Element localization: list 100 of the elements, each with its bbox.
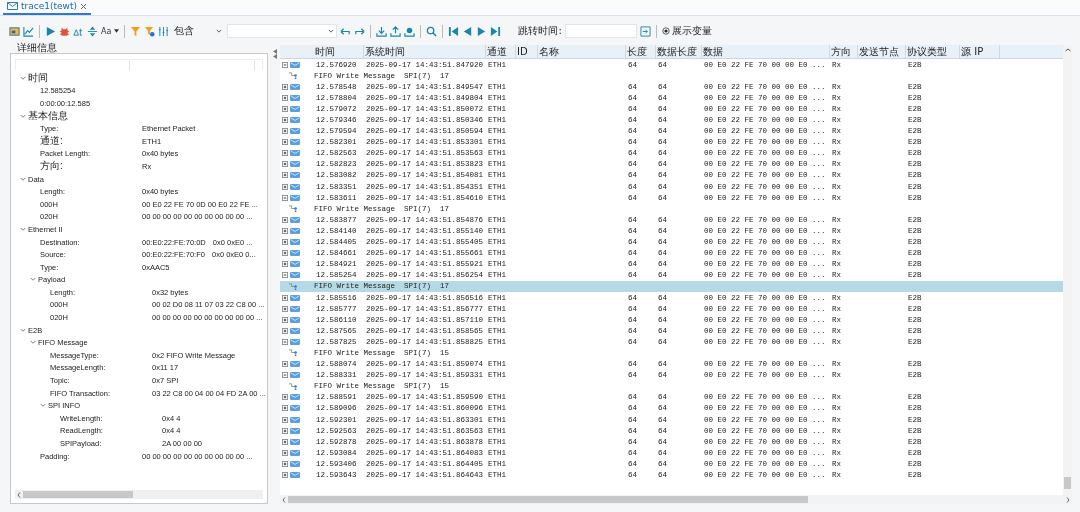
horizontal-scrollbar[interactable] (280, 495, 1072, 504)
export-icon[interactable] (404, 25, 416, 37)
tree-label: 方向: (40, 159, 63, 174)
expand-icon[interactable] (282, 216, 288, 223)
expand-icon[interactable] (282, 405, 288, 412)
column-header[interactable]: 源 IP (960, 45, 1000, 58)
expand-icon[interactable] (282, 161, 288, 168)
expand-icon[interactable] (282, 327, 288, 334)
expand-icon[interactable] (282, 183, 288, 190)
column-header[interactable]: 发送节点 (858, 45, 906, 58)
collapse-icon[interactable] (282, 372, 288, 379)
previous-icon[interactable] (462, 25, 474, 37)
chevron-down-icon[interactable] (328, 29, 335, 33)
chevron-icon[interactable] (20, 176, 26, 182)
scroll-up-icon[interactable] (1064, 48, 1071, 52)
expand-icon[interactable] (282, 172, 288, 179)
column-header[interactable]: 通道 (486, 45, 516, 58)
expand-icon[interactable] (282, 128, 288, 135)
collapse-icon[interactable] (282, 272, 288, 279)
expand-icon[interactable] (282, 105, 288, 112)
expand-icon[interactable] (282, 261, 288, 268)
chevron-icon[interactable] (20, 113, 26, 119)
expand-icon[interactable] (282, 316, 288, 323)
collapse-arrow-icon[interactable] (272, 49, 278, 59)
scroll-thumb[interactable] (1064, 477, 1071, 489)
chevron-icon[interactable] (40, 403, 46, 409)
radio-icon[interactable] (661, 27, 670, 35)
column-header[interactable]: ID (516, 45, 538, 58)
search-icon[interactable] (426, 25, 438, 37)
collapse-icon[interactable] (282, 338, 288, 345)
first-icon[interactable] (448, 25, 460, 37)
close-icon[interactable] (79, 2, 87, 10)
message-icon (290, 272, 300, 279)
collapse-icon[interactable] (282, 194, 288, 201)
scroll-right-icon[interactable] (1064, 496, 1072, 503)
expand-icon[interactable] (282, 460, 288, 467)
message-icon (290, 250, 300, 257)
font-button[interactable]: Aa (101, 26, 112, 36)
enter-icon[interactable] (639, 25, 651, 37)
expand-icon[interactable] (282, 472, 288, 478)
chevron-icon[interactable] (20, 226, 26, 232)
expand-icon[interactable] (282, 394, 288, 401)
chevron-icon[interactable] (30, 340, 36, 346)
tree-label: 基本信息 (28, 109, 68, 124)
window-icon[interactable] (9, 25, 20, 37)
expand-icon[interactable] (282, 438, 288, 445)
chevron-icon[interactable] (20, 327, 26, 333)
filter-settings-icon[interactable] (144, 25, 156, 37)
play-icon[interactable] (45, 25, 56, 37)
show-variables-radio[interactable]: 展示变量 (661, 24, 712, 38)
expand-icon[interactable] (282, 416, 288, 423)
expand-icon[interactable] (282, 427, 288, 434)
expand-icon[interactable] (282, 294, 288, 301)
scroll-left-icon[interactable] (15, 491, 23, 498)
expand-icon[interactable] (282, 250, 288, 257)
bug-icon[interactable] (59, 25, 70, 37)
expand-icon[interactable] (282, 150, 288, 157)
column-header[interactable]: 方向 (830, 45, 858, 58)
expand-icon[interactable] (282, 117, 288, 123)
message-icon (290, 105, 300, 112)
caret-icon[interactable] (114, 29, 120, 33)
chevron-icon[interactable] (30, 277, 36, 283)
column-header[interactable]: 数据 (702, 45, 830, 58)
next-icon[interactable] (476, 25, 488, 37)
column-header[interactable]: 系统时间 (364, 45, 486, 58)
vertical-scrollbar[interactable] (1063, 45, 1072, 495)
message-icon (290, 472, 300, 478)
message-icon (290, 394, 300, 401)
download-icon[interactable] (376, 25, 388, 37)
filter-mode-dropdown[interactable]: 包含 (172, 24, 225, 38)
column-header[interactable]: 长度 (626, 45, 656, 58)
expand-icon[interactable] (282, 227, 288, 234)
document-tab[interactable]: trace1(tewt) (3, 1, 91, 15)
expand-icon[interactable] (282, 361, 288, 368)
expand-collapse-icon[interactable] (87, 25, 98, 37)
column-header[interactable]: 时间 (314, 45, 364, 58)
jump-time-field[interactable] (564, 24, 637, 38)
scroll-left-icon[interactable] (280, 496, 288, 503)
upload-icon[interactable] (390, 25, 402, 37)
column-header[interactable]: 协议类型 (906, 45, 960, 58)
chevron-down-icon[interactable] (216, 29, 223, 33)
expand-icon[interactable] (282, 83, 288, 90)
line-chart-icon[interactable] (23, 25, 34, 37)
expand-icon[interactable] (282, 239, 288, 246)
panel-title: 详细信息 (16, 42, 58, 53)
expand-icon[interactable] (282, 139, 288, 146)
message-icon (290, 305, 300, 312)
sub-item-icon (288, 282, 297, 290)
message-icon (290, 216, 300, 223)
column-header[interactable]: 数据长度 (656, 45, 702, 58)
filter-input[interactable] (227, 24, 338, 38)
last-icon[interactable] (490, 25, 502, 37)
column-header[interactable]: 名称 (538, 45, 626, 58)
expand-icon[interactable] (282, 305, 288, 312)
expand-icon[interactable] (282, 449, 288, 456)
collapse-icon[interactable] (282, 61, 288, 68)
expand-icon[interactable] (282, 94, 288, 101)
chevron-icon[interactable] (20, 75, 26, 81)
columns-icon[interactable] (158, 25, 170, 37)
horizontal-scrollbar[interactable] (15, 490, 263, 499)
